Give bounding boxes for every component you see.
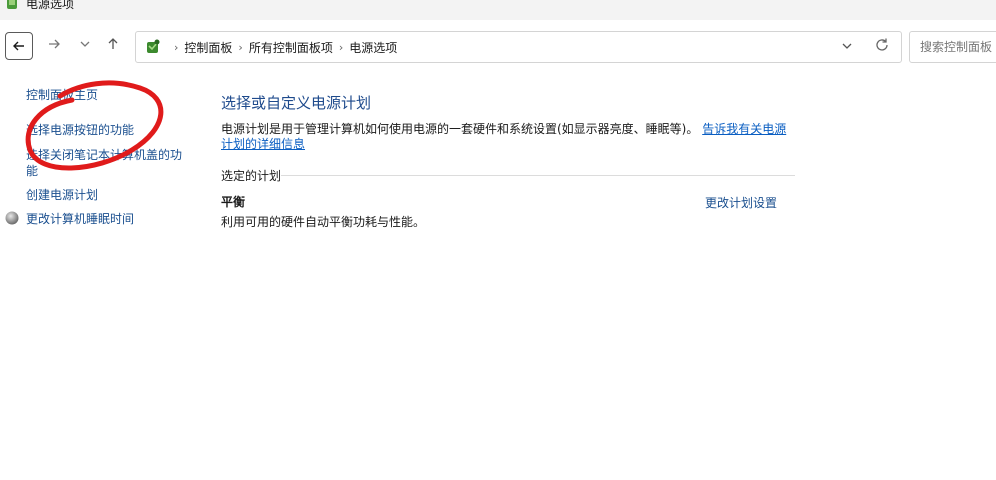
sidebar-item-control-panel-home[interactable]: 控制面板主页 [26,87,98,103]
breadcrumb: › 控制面板 › 所有控制面板项 › 电源选项 [168,39,397,56]
page-title: 选择或自定义电源计划 [221,94,372,112]
sidebar-item-sleep-time[interactable]: 更改计算机睡眠时间 [26,211,134,227]
sidebar-item-lid-close[interactable]: 选择关闭笔记本计算机盖的功能 [26,147,192,179]
navigation-bar: › 控制面板 › 所有控制面板项 › 电源选项 [0,20,996,72]
sidebar-item-power-button[interactable]: 选择电源按钮的功能 [26,122,134,138]
page-description: 电源计划是用于管理计算机如何使用电源的一套硬件和系统设置(如显示器亮度、睡眠等)… [221,122,796,152]
arrow-left-icon [13,41,24,51]
arrow-right-icon [49,39,60,49]
power-options-icon [7,0,17,9]
window-title: 电源选项 [26,0,75,11]
plan-description: 利用可用的硬件自动平衡功耗与性能。 [221,215,426,229]
change-plan-settings-link[interactable]: 更改计划设置 [705,194,777,211]
back-button[interactable] [5,32,33,60]
chevron-down-icon [80,41,90,47]
arrow-up-icon [108,38,118,49]
breadcrumb-control-panel[interactable]: 控制面板 [184,39,232,56]
plan-name: 平衡 [221,195,246,209]
section-label: 选定的计划 [221,169,282,183]
annotation-circle [25,80,164,171]
chevron-right-icon[interactable]: › [339,41,343,54]
description-text: 电源计划是用于管理计算机如何使用电源的一套硬件和系统设置(如显示器亮度、睡眠等)… [221,122,699,136]
search-box[interactable] [909,31,996,63]
section-divider [281,175,795,176]
title-bar: 电源选项 [0,0,996,20]
address-history-button[interactable] [840,38,854,57]
forward-button[interactable] [41,31,67,57]
control-panel-icon [147,39,160,53]
chevron-right-icon: › [174,41,179,54]
chevron-right-icon[interactable]: › [238,41,242,54]
refresh-icon [876,38,888,51]
recent-locations-button[interactable] [72,31,98,57]
breadcrumb-all-items[interactable]: 所有控制面板项 [249,39,333,56]
address-bar[interactable]: › 控制面板 › 所有控制面板项 › 电源选项 [135,31,902,63]
breadcrumb-power-options[interactable]: 电源选项 [349,39,397,56]
chevron-down-icon [842,43,852,49]
search-input[interactable] [918,39,996,55]
refresh-button[interactable] [874,37,890,57]
up-button[interactable] [100,31,126,57]
sidebar-item-create-plan[interactable]: 创建电源计划 [26,187,98,203]
sleep-icon [5,211,19,225]
